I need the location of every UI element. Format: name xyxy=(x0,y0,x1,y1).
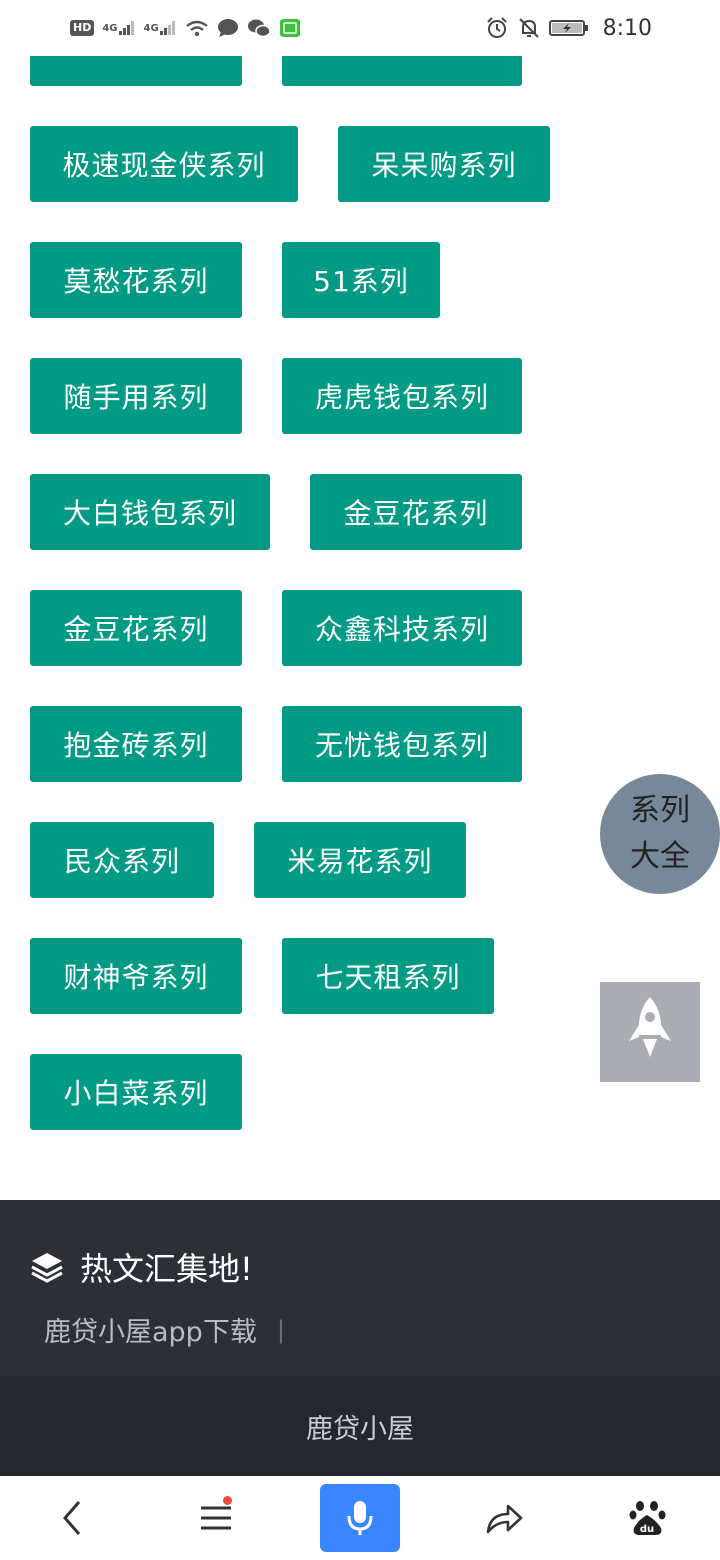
rocket-icon xyxy=(629,997,671,1057)
series-button[interactable]: 无忧钱包系列 xyxy=(282,706,522,782)
network-label: 4G xyxy=(143,22,159,34)
series-button[interactable]: 呆呆购系列 xyxy=(338,126,550,202)
series-button[interactable]: 虎虎钱包系列 xyxy=(282,358,522,434)
series-button[interactable]: 财神爷系列 xyxy=(30,938,242,1014)
layers-icon xyxy=(31,1253,63,1283)
site-name-bar: 鹿贷小屋 xyxy=(0,1376,720,1476)
menu-icon xyxy=(201,1506,231,1530)
series-button[interactable]: 极速现金侠系列 xyxy=(30,126,298,202)
notification-dot xyxy=(223,1496,232,1505)
share-button[interactable] xyxy=(464,1484,544,1552)
signal-icon: 4G xyxy=(102,20,135,36)
baidu-icon: du xyxy=(629,1501,666,1535)
chat-bubble-icon xyxy=(217,18,239,38)
series-button[interactable]: 米易花系列 xyxy=(254,822,466,898)
app-download-link[interactable]: 鹿贷小屋app下载 xyxy=(44,1310,257,1349)
link-separator: | xyxy=(276,1315,285,1344)
series-button[interactable]: 随手用系列 xyxy=(30,358,242,434)
svg-text:du: du xyxy=(640,1524,654,1535)
back-button[interactable] xyxy=(32,1484,112,1552)
footer-heading: 热文汇集地! xyxy=(30,1244,253,1290)
alarm-icon xyxy=(485,16,509,40)
series-button[interactable]: 抱金砖系列 xyxy=(30,706,242,782)
series-button[interactable]: 小白菜系列 xyxy=(30,1054,242,1130)
series-button[interactable]: 众鑫科技系列 xyxy=(282,590,522,666)
footer: 热文汇集地! 鹿贷小屋app下载 | xyxy=(0,1200,720,1376)
network-label: 4G xyxy=(102,22,118,34)
status-right: 8:10 xyxy=(485,16,652,41)
voice-search-button[interactable] xyxy=(320,1484,400,1552)
series-button[interactable]: 金豆花系列 xyxy=(30,590,242,666)
mute-bell-icon xyxy=(517,16,541,40)
series-catalog-button[interactable]: 系列 大全 xyxy=(600,774,720,894)
wechat-icon xyxy=(247,18,271,38)
series-button[interactable]: 金豆花系列 xyxy=(310,474,522,550)
wifi-icon xyxy=(185,19,209,37)
status-left: HD 4G 4G xyxy=(70,18,301,38)
back-to-top-button[interactable] xyxy=(600,982,700,1082)
hd-badge: HD xyxy=(70,20,95,36)
share-icon xyxy=(486,1504,523,1534)
series-button[interactable]: 51系列 xyxy=(282,242,440,318)
clock-time: 8:10 xyxy=(602,15,652,41)
browser-nav-bar: du xyxy=(0,1476,720,1560)
series-button[interactable]: 民众系列 xyxy=(30,822,214,898)
baidu-button[interactable]: du xyxy=(608,1484,688,1552)
series-button[interactable]: 大白钱包系列 xyxy=(30,474,270,550)
footer-links: 鹿贷小屋app下载 | xyxy=(44,1310,285,1349)
site-name: 鹿贷小屋 xyxy=(306,1413,414,1445)
series-catalog-label-2: 大全 xyxy=(630,839,690,874)
back-icon xyxy=(63,1501,81,1535)
series-button[interactable]: 莫愁花系列 xyxy=(30,242,242,318)
series-button[interactable]: 七天租系列 xyxy=(282,938,494,1014)
menu-button[interactable] xyxy=(176,1484,256,1552)
battery-icon xyxy=(548,18,589,38)
series-catalog-label-1: 系列 xyxy=(630,793,690,828)
mic-icon xyxy=(347,1501,373,1535)
status-bar: HD 4G 4G 8:10 xyxy=(0,0,720,56)
signal-icon: 4G xyxy=(144,20,177,36)
footer-title: 热文汇集地! xyxy=(80,1250,253,1288)
iqiyi-icon xyxy=(279,18,301,38)
